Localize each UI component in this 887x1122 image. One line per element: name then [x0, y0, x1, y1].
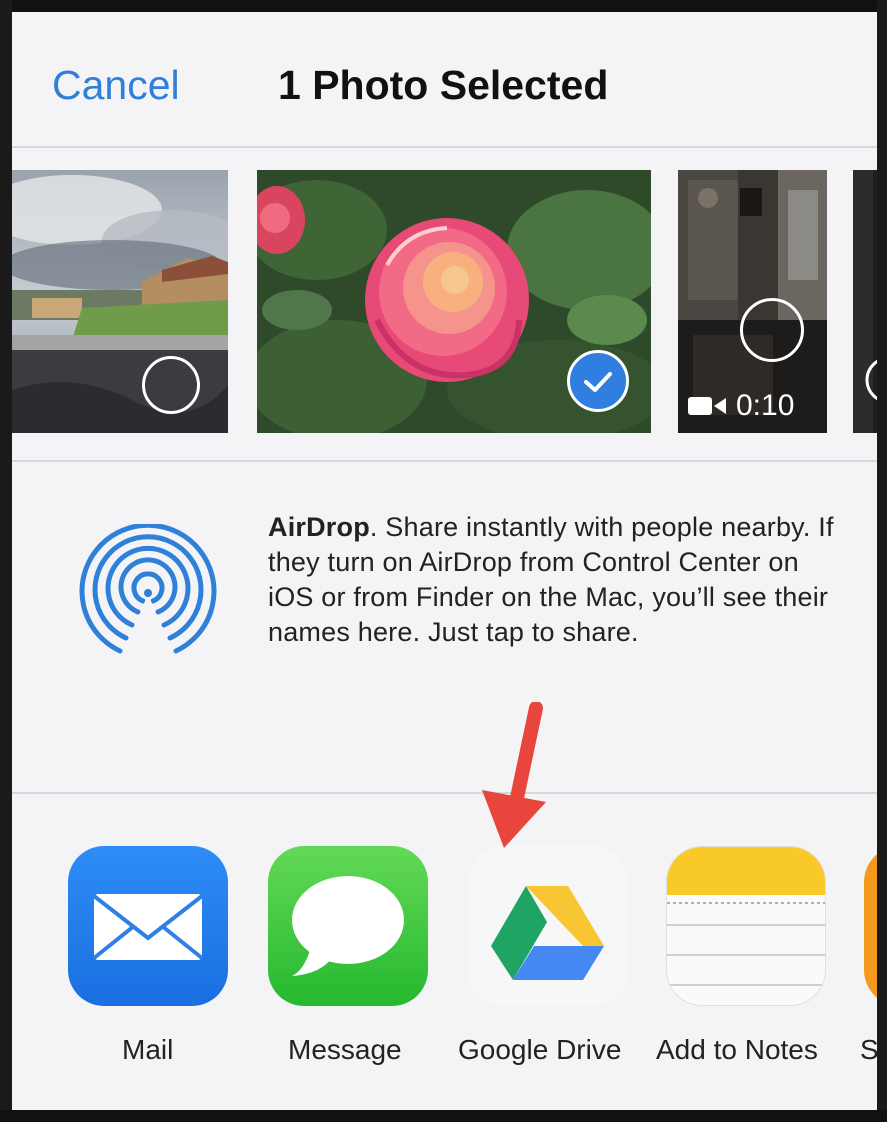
- notes-icon: [666, 846, 826, 1006]
- device-frame-right: [877, 0, 887, 1122]
- video-camera-icon: [688, 397, 726, 415]
- google-drive-icon: [468, 846, 628, 1006]
- selection-circle[interactable]: [142, 356, 200, 414]
- video-duration: 0:10: [736, 389, 795, 422]
- app-label-google-drive: Google Drive: [458, 1034, 622, 1065]
- share-header: Cancel 1 Photo Selected: [12, 12, 877, 148]
- airdrop-icon: [79, 524, 217, 654]
- video-duration-badge: 0:10: [688, 389, 794, 423]
- mail-icon: [68, 846, 228, 1006]
- photo-thumbnail-street[interactable]: [12, 170, 228, 433]
- selected-check-badge[interactable]: [567, 350, 629, 412]
- page-title: 1 Photo Selected: [278, 62, 609, 108]
- airdrop-title: AirDrop: [268, 512, 370, 542]
- app-label-partial: S: [860, 1034, 877, 1065]
- photo-strip[interactable]: 0:10: [12, 148, 877, 462]
- device-frame-bottom: [0, 1110, 887, 1122]
- device-frame-top: [0, 0, 887, 12]
- airdrop-section: AirDrop. Share instantly with people nea…: [12, 462, 877, 794]
- selection-circle[interactable]: [740, 298, 804, 362]
- share-sheet: Cancel 1 Photo Selected 0:10 AirDrop. Sh…: [12, 12, 877, 1110]
- checkmark-icon: [584, 372, 612, 392]
- app-label-notes: Add to Notes: [656, 1034, 818, 1065]
- app-share-row: Mail Message Google Drive Add to Notes S: [12, 794, 877, 1110]
- app-label-mail: Mail: [122, 1034, 174, 1065]
- partial-app-icon: [864, 846, 877, 1006]
- photo-thumbnail-partial[interactable]: [853, 170, 877, 433]
- device-frame-left: [0, 0, 12, 1122]
- photo-thumbnail-rose[interactable]: [257, 170, 651, 433]
- message-icon: [268, 846, 428, 1006]
- airdrop-description: AirDrop. Share instantly with people nea…: [268, 510, 848, 650]
- cancel-button[interactable]: Cancel: [52, 62, 180, 109]
- app-label-message: Message: [288, 1034, 402, 1065]
- video-thumbnail[interactable]: 0:10: [678, 170, 827, 433]
